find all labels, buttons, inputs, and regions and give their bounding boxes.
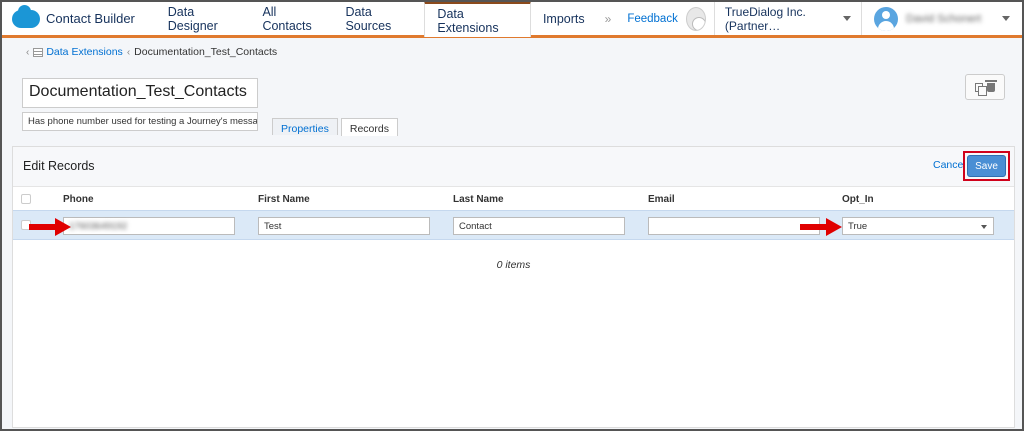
trash-icon[interactable] (985, 79, 997, 92)
org-switcher[interactable]: TrueDialog Inc. (Partner… (713, 2, 861, 35)
user-avatar-icon (874, 6, 898, 31)
first-name-input[interactable]: Test (258, 217, 430, 235)
panel-header: Edit Records Cancel Save (13, 147, 1014, 187)
app-brand[interactable]: Contact Builder (2, 2, 156, 35)
nav-imports[interactable]: Imports (531, 2, 597, 35)
column-header-phone[interactable]: Phone (63, 194, 94, 205)
copy-icon[interactable] (975, 82, 987, 96)
chevron-down-icon (1002, 16, 1010, 21)
table-row: 17603649192 Test Contact True (13, 210, 1014, 240)
nav-data-sources[interactable]: Data Sources (333, 2, 424, 35)
tab-bar: Properties Records (272, 118, 401, 136)
einstein-avatar-icon[interactable] (685, 6, 706, 31)
panel-title: Edit Records (23, 159, 95, 173)
app-frame: Contact Builder Data Designer All Contac… (0, 0, 1024, 431)
email-input[interactable] (648, 217, 820, 235)
item-count: 0 items (496, 259, 531, 271)
breadcrumb-data-extensions[interactable]: Data Extensions (46, 46, 122, 58)
phone-input[interactable]: 17603649192 (63, 217, 235, 235)
nav-all-contacts[interactable]: All Contacts (250, 2, 333, 35)
breadcrumb-current: Documentation_Test_Contacts (134, 46, 278, 58)
header-right: Feedback TrueDialog Inc. (Partner… David… (619, 2, 1022, 35)
nav-data-designer[interactable]: Data Designer (156, 2, 251, 35)
tab-properties[interactable]: Properties (272, 118, 338, 135)
save-button[interactable]: Save (967, 155, 1006, 177)
chevron-down-icon (843, 16, 851, 21)
opt-in-select[interactable]: True (842, 217, 994, 235)
cancel-button[interactable]: Cancel (933, 159, 966, 171)
tab-records[interactable]: Records (340, 118, 398, 136)
nav-data-extensions[interactable]: Data Extensions (424, 2, 531, 37)
data-extension-description-field[interactable]: Has phone number used for testing a Jour… (22, 112, 258, 131)
select-all-checkbox[interactable] (21, 194, 31, 204)
breadcrumb-back-icon: ‹ (26, 46, 30, 58)
column-header-first-name[interactable]: First Name (258, 194, 310, 205)
table-icon (33, 47, 44, 57)
nav-more-icon[interactable]: » (597, 2, 620, 35)
column-header-email[interactable]: Email (648, 194, 675, 205)
breadcrumb-separator-icon: ‹ (126, 46, 131, 58)
top-navigation-bar: Contact Builder Data Designer All Contac… (2, 2, 1022, 38)
user-menu[interactable]: David Schonert (861, 2, 1022, 35)
copy-delete-button-group (965, 74, 1005, 100)
red-arrow-icon (800, 218, 842, 236)
column-header-opt-in[interactable]: Opt_In (842, 194, 874, 205)
phone-value: 17603649192 (69, 221, 128, 232)
table-header: Phone First Name Last Name Email Opt_In (13, 189, 1014, 209)
salesforce-cloud-icon (12, 4, 40, 28)
feedback-link[interactable]: Feedback (619, 13, 686, 25)
user-name: David Schonert (906, 12, 982, 25)
chevron-down-icon (981, 225, 987, 229)
edit-records-panel: Edit Records Cancel Save Phone First Nam… (12, 146, 1015, 428)
red-arrow-icon (29, 218, 71, 236)
opt-in-value: True (848, 221, 868, 232)
org-name: TrueDialog Inc. (Partner… (724, 4, 806, 33)
app-title: Contact Builder (46, 11, 135, 26)
breadcrumb: ‹ Data Extensions ‹ Documentation_Test_C… (22, 46, 277, 58)
last-name-input[interactable]: Contact (453, 217, 625, 235)
data-extension-name-field[interactable]: Documentation_Test_Contacts (22, 78, 258, 108)
save-highlight-box: Save (963, 151, 1010, 181)
column-header-last-name[interactable]: Last Name (453, 194, 504, 205)
main-nav: Data Designer All Contacts Data Sources … (156, 2, 620, 37)
